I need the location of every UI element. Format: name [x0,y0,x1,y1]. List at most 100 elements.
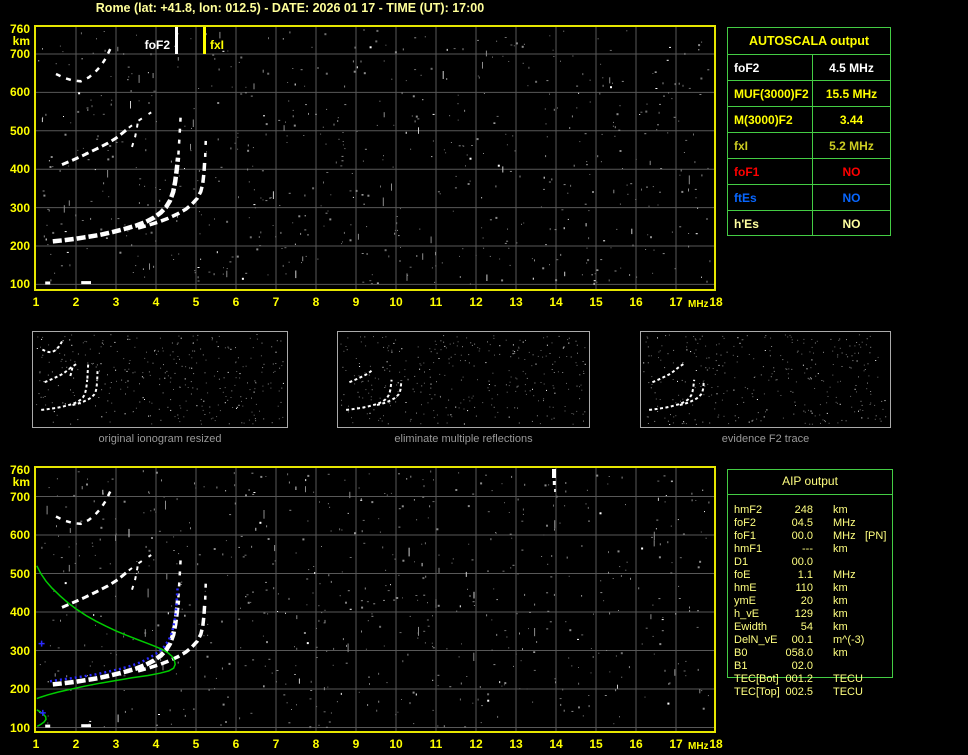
table-row: TEC[Top] 002.5 TECU [728,686,892,699]
table-row: hmF2 248 km [728,504,892,517]
thumbnail-2 [640,331,891,428]
top-ionogram-xtick-4: 4 [152,295,160,309]
table-row: D1 00.0 [728,556,892,569]
top-ionogram-canvas [36,27,714,289]
top-ionogram-xtick-16: 16 [629,295,643,309]
thumbnail-caption-eliminate: eliminate multiple reflections [394,433,533,445]
top-ionogram-xtick-15: 15 [589,295,603,309]
autoscala-value: 15.5 MHz [825,86,878,101]
top-ionogram-ytick-400: 400 [9,162,30,177]
aip-param: foE [734,569,751,581]
aip-unit: MHz [833,530,856,542]
bottom-ionogram-xtick-7: 7 [272,737,280,751]
table-row: h'Es NO [728,210,890,236]
table-row: hmF1 --- km [728,543,892,556]
aip-value: 00.1 [791,634,813,646]
top-ionogram-xtick-13: 13 [509,295,523,309]
aip-unit: km [833,543,848,555]
aip-param: B0 [734,647,748,659]
table-row: Ewidth 54 km [728,621,892,634]
top-ionogram-ytick-600: 600 [9,85,30,100]
aip-table-header: AIP output [782,474,838,488]
aip-unit: MHz [833,569,856,581]
top-ionogram-f2-x-upper [203,133,208,157]
autoscala-table-frame: AUTOSCALA output foF2 4.5 MHz MUF(3000)F2 15… [727,27,891,236]
aip-value: 00.0 [791,530,813,542]
bottom-ionogram-y-axis-unit: km [12,475,30,489]
aip-table-frame: AIP output hmF2 248 km foF2 04.5 MHz foF1 00.0 MH… [727,469,893,698]
bottom-ionogram-f2-o-main [52,600,181,687]
autoscala-param-muf3000f2: MUF(3000)F2 [728,81,813,106]
aip-value: 001.2 [785,673,813,685]
autoscala-screen: Rome (lat: +41.8, lon: 012.5) - DATE: 20… [0,0,968,755]
top-ionogram-y-axis-unit: km [12,34,30,48]
autoscala-value: 5.2 MHz [829,138,874,153]
table-row: foF1 00.0 MHz [PN] [728,530,892,543]
bottom-ionogram-xtick-2: 2 [72,737,80,751]
aip-header-separator [728,494,892,495]
bottom-ionogram-f2-o-upper [177,556,183,598]
table-row: MUF(3000)F2 15.5 MHz [728,80,890,106]
aip-value: 248 [794,504,813,516]
bottom-ionogram-xtick-6: 6 [232,737,240,751]
autoscala-param-ftes: ftEs [728,185,813,210]
table-row: foF2 04.5 MHz [728,517,892,530]
bottom-ionogram-ytick-600: 600 [9,528,30,542]
autoscala-table-header: AUTOSCALA output [748,34,870,48]
bottom-ionogram-ytick-100: 100 [9,720,30,735]
top-ionogram-second-hop-upper [128,111,152,129]
top-ionogram-f2-o-upper [177,113,183,155]
aip-value: --- [802,543,813,555]
aip-note: [PN] [865,530,887,542]
aip-param: hmF2 [734,504,763,516]
top-ionogram-x-axis-unit: MHz [688,299,709,310]
aip-value: 54 [800,621,813,633]
blue-plus-marker [38,640,45,647]
top-ionogram-ytick-200: 200 [9,239,30,253]
aip-value: 129 [794,608,813,620]
aip-param: hmE [734,582,757,594]
bottom-ionogram-x-axis-unit: MHz [688,741,709,752]
bottom-ionogram-ytick-700: 700 [9,489,30,504]
bottom-ionogram-xtick-10: 10 [389,737,403,751]
top-ionogram-ytick-300: 300 [9,200,30,215]
bottom-ionogram-xtick-16: 16 [629,737,643,751]
bottom-ionogram-ytick-200: 200 [9,682,30,696]
aip-param: h_vE [734,608,760,620]
aip-unit: TECU [833,673,863,685]
top-ionogram-xtick-9: 9 [352,295,360,309]
autoscala-param-fof2: foF2 [728,55,813,80]
top-ionogram-xtick-2: 2 [72,295,80,309]
aip-unit: km [833,621,848,633]
aip-value: 04.5 [791,517,813,529]
autoscala-param-hes: h'Es [728,211,813,236]
thumbnail-1 [337,331,590,428]
top-ionogram-xtick-14: 14 [549,295,563,309]
thumbnail-canvas-2 [643,334,887,425]
bottom-ionogram-xtick-11: 11 [429,737,443,751]
aip-param: B1 [734,660,748,672]
aip-param: foF1 [734,530,757,542]
autoscala-value: 4.5 MHz [829,60,874,75]
top-ionogram-xtick-10: 10 [389,295,403,309]
table-row: h_vE 129 km [728,608,892,621]
bottom-ionogram-ytick-400: 400 [9,605,30,619]
bottom-ionogram-second-hop-x [131,561,140,590]
autoscala-value: NO [842,164,861,179]
aip-value: 20 [800,595,813,607]
aip-unit: km [833,595,848,607]
bottom-ionogram-xtick-5: 5 [192,737,200,751]
table-row: foF1 NO [728,158,890,184]
table-row: ymE 20 km [728,595,892,608]
aip-param: Ewidth [734,621,768,633]
bottom-ionogram-xtick-12: 12 [469,737,483,751]
bottom-ionogram-frame [34,466,716,733]
autoscala-value: NO [842,190,861,205]
autoscala-param-fof1: foF1 [728,159,813,184]
page-title: Rome (lat: +41.8, lon: 012.5) - DATE: 20… [95,1,485,15]
aip-unit: m^(-3) [833,634,865,646]
top-ionogram-xtick-11: 11 [429,295,443,309]
top-ionogram-f2-o-main [52,157,181,244]
bottom-ionogram-xtick-13: 13 [509,737,523,751]
top-ionogram-second-hop-x [131,118,140,148]
